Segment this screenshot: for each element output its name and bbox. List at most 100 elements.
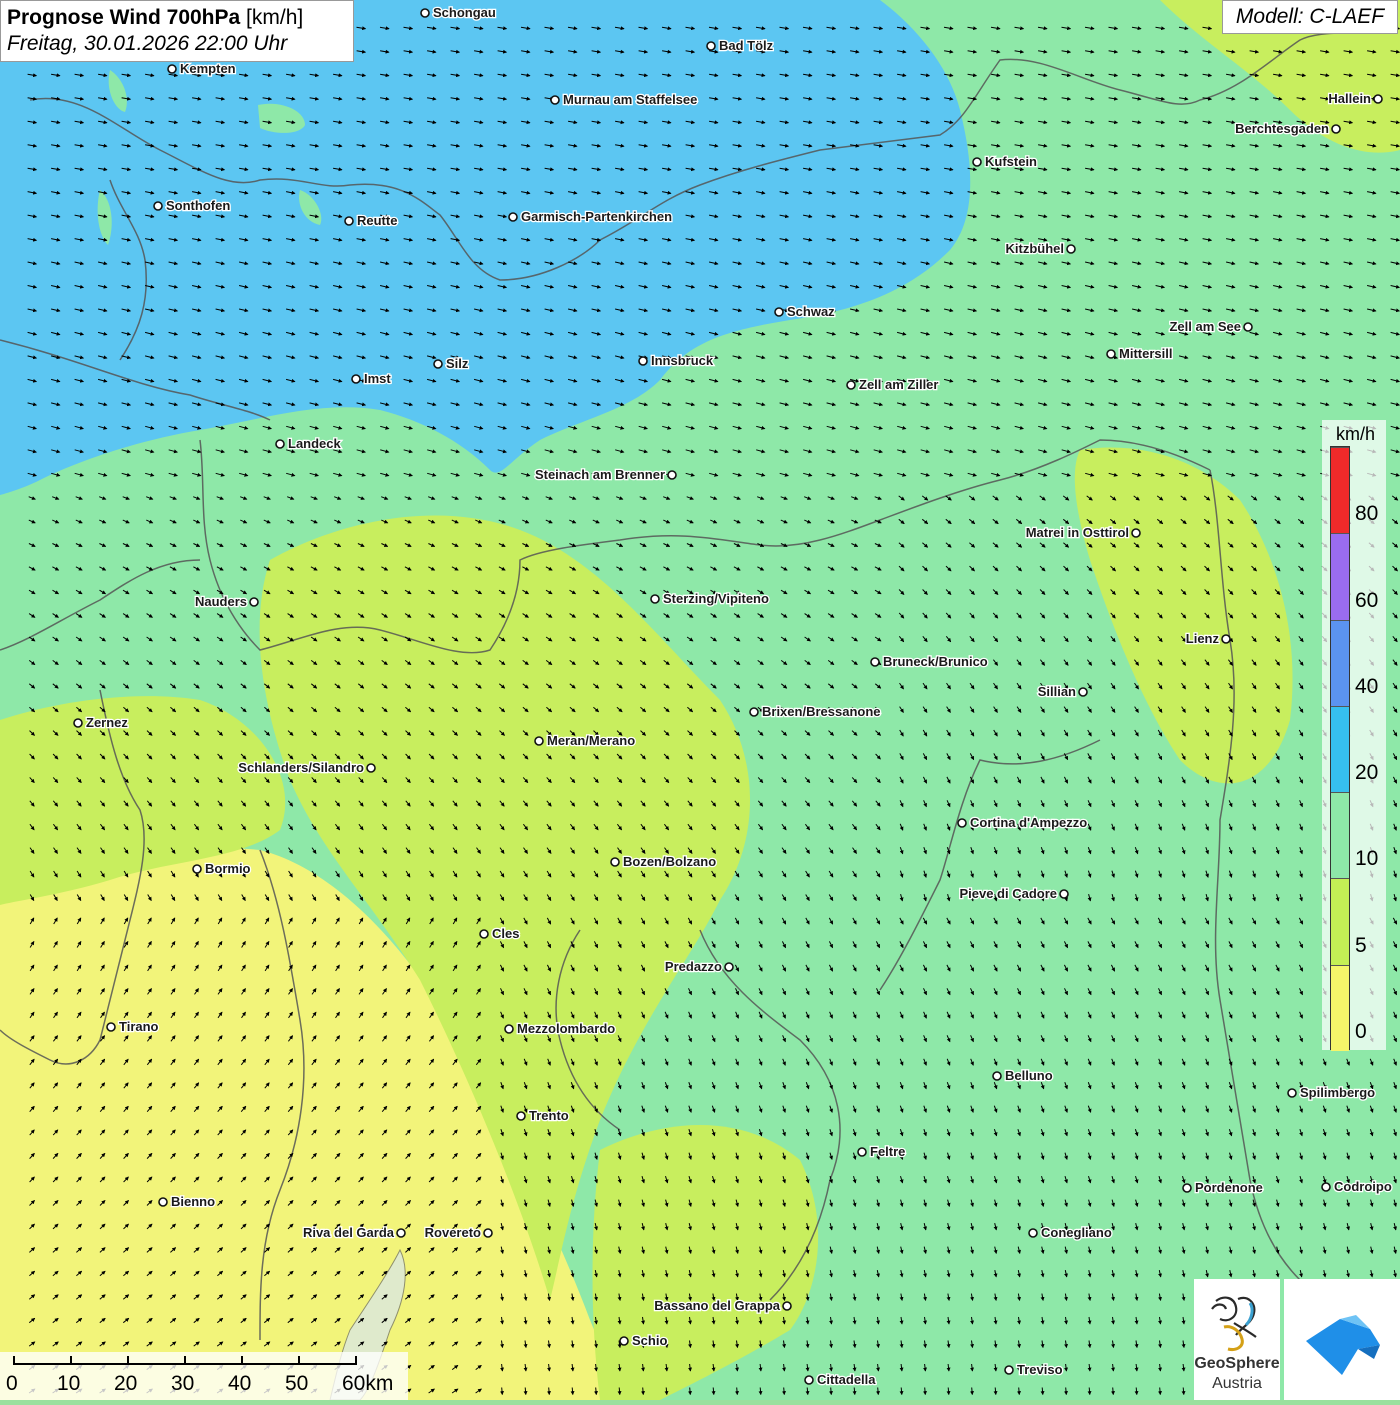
city-marker[interactable]: Matrei in Osttirol xyxy=(1024,524,1141,541)
city-marker[interactable]: Schongau xyxy=(420,4,497,21)
wind-arrow xyxy=(1134,1387,1139,1396)
city-marker[interactable]: Berchtesgaden xyxy=(1234,120,1341,137)
city-marker[interactable]: Sonthofen xyxy=(153,197,232,214)
city-marker[interactable]: Brixen/Bressanone xyxy=(749,703,882,720)
wind-arrow xyxy=(876,1387,881,1396)
city-label: Sonthofen xyxy=(166,198,230,213)
city-dot xyxy=(638,356,648,366)
wind-arrow xyxy=(617,1387,622,1396)
wind-map[interactable]: Schongau Bad Tölz Kempten Murnau am Staffel… xyxy=(0,0,1400,1400)
city-marker[interactable]: Bruneck/Brunico xyxy=(870,653,989,670)
city-label: Schio xyxy=(632,1333,667,1348)
wind-arrow xyxy=(547,1387,552,1396)
city-label: Pordenone xyxy=(1195,1180,1263,1195)
city-dot xyxy=(420,8,430,18)
city-dot xyxy=(972,157,982,167)
city-marker[interactable]: Meran/Merano xyxy=(534,732,636,749)
scale-label: 50 xyxy=(285,1372,309,1395)
city-label: Bassano del Grappa xyxy=(654,1298,780,1313)
city-dot xyxy=(724,962,734,972)
city-label: Rovereto xyxy=(425,1225,481,1240)
wind-arrow xyxy=(664,1387,669,1396)
city-dot xyxy=(344,216,354,226)
city-label: Cortina d'Ampezzo xyxy=(970,815,1087,830)
city-label: Meran/Merano xyxy=(547,733,635,748)
city-label: Hallein xyxy=(1328,91,1371,106)
city-label: Conegliano xyxy=(1041,1225,1112,1240)
legend-segment xyxy=(1331,447,1349,534)
legend-label: 0 xyxy=(1355,1020,1367,1043)
legend-segment xyxy=(1331,619,1349,706)
city-label: Tirano xyxy=(119,1019,159,1034)
city-label: Kempten xyxy=(180,61,236,76)
city-marker[interactable]: Cortina d'Ampezzo xyxy=(957,814,1089,831)
city-marker[interactable]: Riva del Garda xyxy=(302,1224,406,1241)
city-label: Zell am See xyxy=(1169,319,1241,334)
city-dot xyxy=(1373,94,1383,104)
city-label: Innsbruck xyxy=(651,353,714,368)
city-label: Bruneck/Brunico xyxy=(883,654,988,669)
city-label: Steinach am Brenner xyxy=(535,467,665,482)
city-label: Matrei in Osttirol xyxy=(1026,525,1129,540)
city-label: Mittersill xyxy=(1119,346,1172,361)
city-marker[interactable]: Sterzing/Vipiteno xyxy=(650,590,770,607)
geosphere-logo[interactable]: GeoSphere Austria xyxy=(1194,1279,1280,1400)
wind-arrow xyxy=(1040,1387,1045,1396)
city-dot xyxy=(550,95,560,105)
city-marker[interactable]: Garmisch-Partenkirchen xyxy=(508,208,673,225)
city-dot xyxy=(1028,1228,1038,1238)
city-dot xyxy=(1059,889,1069,899)
city-marker[interactable]: Steinach am Brenner xyxy=(534,466,677,483)
city-label: Predazzo xyxy=(665,959,722,974)
city-dot xyxy=(396,1228,406,1238)
city-label: Lienz xyxy=(1186,631,1220,646)
city-marker[interactable]: Zell am Ziller xyxy=(846,376,940,393)
city-label: Schlanders/Silandro xyxy=(238,760,364,775)
city-marker[interactable]: Conegliano xyxy=(1028,1224,1113,1241)
map-title-unit: [km/h] xyxy=(240,6,304,29)
city-marker[interactable]: Murnau am Staffelsee xyxy=(550,91,699,108)
city-marker[interactable]: Schlanders/Silandro xyxy=(237,759,376,776)
city-marker[interactable]: Innsbruck xyxy=(638,352,715,369)
city-dot xyxy=(1066,244,1076,254)
wind-arrow xyxy=(570,1387,575,1396)
geosphere-country: Austria xyxy=(1212,1375,1262,1392)
city-dot xyxy=(610,857,620,867)
weather-app-logo[interactable] xyxy=(1284,1279,1400,1400)
city-dot xyxy=(351,374,361,384)
geosphere-name: GeoSphere xyxy=(1194,1355,1280,1372)
wind-arrow xyxy=(805,1387,810,1396)
city-marker[interactable]: Zell am See xyxy=(1168,318,1253,335)
map-title-box: Prognose Wind 700hPa [km/h] Freitag, 30.… xyxy=(0,0,354,62)
scale-tick xyxy=(70,1356,72,1365)
city-dot xyxy=(1182,1183,1192,1193)
wind-arrow xyxy=(1064,1387,1069,1396)
city-marker[interactable]: Pieve di Cadore xyxy=(958,885,1069,902)
city-dot xyxy=(275,439,285,449)
legend-label: 10 xyxy=(1355,847,1379,871)
scale-tick xyxy=(13,1356,15,1365)
city-marker[interactable]: Spilimbergo xyxy=(1287,1084,1376,1101)
city-dot xyxy=(857,1147,867,1157)
city-dot xyxy=(782,1301,792,1311)
scale-tick xyxy=(355,1356,357,1365)
city-dot xyxy=(249,597,259,607)
city-dot xyxy=(1131,528,1141,538)
scale-label: 40 xyxy=(228,1372,252,1395)
map-title-main: Prognose Wind 700hPa xyxy=(7,6,241,29)
city-marker[interactable]: Mezzolombardo xyxy=(504,1020,617,1037)
city-label: Sterzing/Vipiteno xyxy=(663,591,769,606)
city-marker[interactable]: Pordenone xyxy=(1182,1179,1264,1196)
city-label: Brixen/Bressanone xyxy=(762,704,881,719)
city-dot xyxy=(992,1071,1002,1081)
wind-arrow xyxy=(594,1387,599,1396)
wind-arrow xyxy=(1181,1387,1186,1396)
city-label: Cittadella xyxy=(817,1372,876,1387)
city-marker[interactable]: Bassano del Grappa xyxy=(653,1297,792,1314)
wind-arrow xyxy=(970,1387,975,1396)
city-marker[interactable]: Bozen/Bolzano xyxy=(610,853,718,870)
city-label: Trento xyxy=(529,1108,569,1123)
wind-arrow xyxy=(688,1387,693,1396)
wind-arrow xyxy=(782,1387,787,1396)
wind-arrow xyxy=(1158,1387,1163,1396)
